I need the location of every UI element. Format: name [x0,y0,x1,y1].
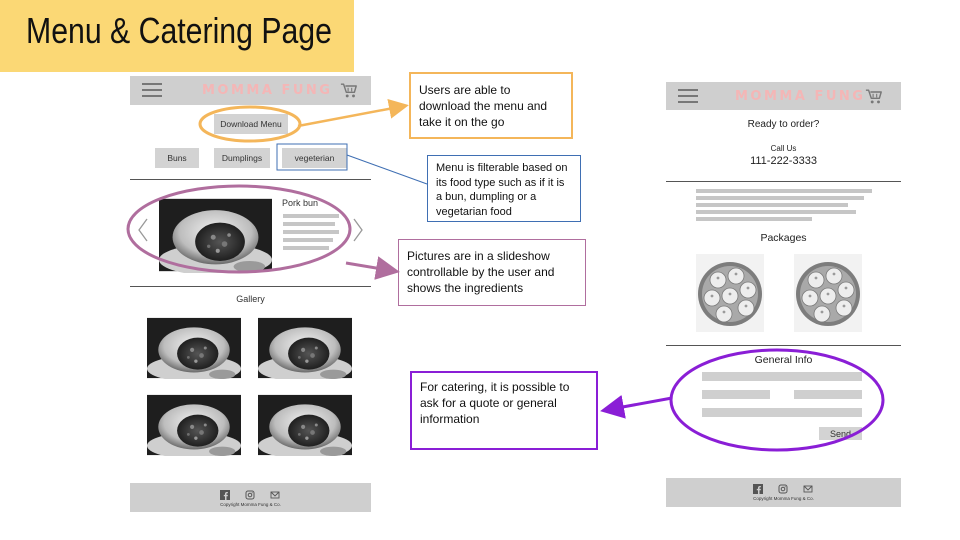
filter-annotation-note: Menu is filterable based on its food typ… [427,155,581,222]
catering-annotation-note: For catering, it is possible to ask for … [410,371,598,450]
package-image[interactable] [696,254,764,332]
text-placeholder-line [696,203,848,207]
message-field[interactable] [702,408,862,417]
gallery-title: Gallery [236,294,265,304]
name-field[interactable] [702,372,862,381]
menu-top-bar: MOMMA FUNG [130,76,371,105]
gallery-image[interactable] [147,394,241,456]
text-placeholder-line [283,246,329,250]
slideshow-annotation-note: Pictures are in a slideshow controllable… [398,239,586,306]
slideshow-next-chevron-icon[interactable] [352,217,364,243]
phone-field[interactable] [794,390,862,399]
instagram-icon[interactable] [778,484,788,494]
text-placeholder-line [283,230,339,234]
ready-to-order-text: Ready to order? [747,119,820,130]
gallery-image[interactable] [258,317,352,379]
catering-footer: Copyright Momma Fung & Co. [666,478,901,507]
text-placeholder-line [696,217,812,221]
logo[interactable]: MOMMA FUNG [735,89,865,104]
divider [666,345,901,346]
catering-arrow [600,394,673,419]
email-field[interactable] [702,390,770,399]
download-menu-button[interactable]: Download Menu [214,114,288,134]
text-placeholder-line [696,189,872,193]
instagram-icon[interactable] [245,490,255,500]
facebook-icon[interactable] [753,484,763,494]
catering-top-bar: MOMMA FUNG [666,82,901,110]
text-placeholder-line [696,196,864,200]
copyright-text: Copyright Momma Fung & Co. [220,502,281,507]
pork-bun-photo [159,197,272,273]
text-placeholder-line [283,222,335,226]
filter-dumplings-button[interactable]: Dumplings [214,148,270,168]
cart-icon[interactable] [340,82,358,99]
menu-phone-mockup: MOMMA FUNG Download Menu Buns Dumplings … [130,76,371,512]
divider [666,181,901,182]
cart-icon[interactable] [865,88,883,105]
gallery-image[interactable] [147,317,241,379]
copyright-text: Copyright Momma Fung & Co. [753,496,814,501]
mail-icon[interactable] [803,484,813,494]
slide-item-title: Pork bun [282,198,319,208]
slide-title: Menu & Catering Page [26,10,332,51]
package-image[interactable] [794,254,862,332]
filter-buns-button[interactable]: Buns [155,148,199,168]
download-annotation-note: Users are able to download the menu and … [409,72,573,139]
text-placeholder-line [283,214,339,218]
divider [130,286,371,287]
hamburger-menu-icon[interactable] [142,83,162,98]
hamburger-menu-icon[interactable] [678,89,698,104]
general-info-title: General Info [754,354,813,366]
call-us-label: Call Us [770,144,797,153]
gallery-image[interactable] [258,394,352,456]
text-placeholder-line [696,210,856,214]
catering-phone-mockup: MOMMA FUNG Ready to order? Call Us 111-2… [666,82,901,507]
mail-icon[interactable] [270,490,280,500]
text-placeholder-line [283,238,333,242]
logo[interactable]: MOMMA FUNG [202,83,332,98]
phone-number[interactable]: 111-222-3333 [666,155,901,167]
packages-title: Packages [760,232,807,244]
facebook-icon[interactable] [220,490,230,500]
divider [130,179,371,180]
send-button[interactable]: Send [819,427,862,440]
slideshow-prev-chevron-icon[interactable] [137,217,149,243]
menu-footer: Copyright Momma Fung & Co. [130,483,371,512]
filter-vegetarian-button[interactable]: vegeterian [282,148,347,168]
